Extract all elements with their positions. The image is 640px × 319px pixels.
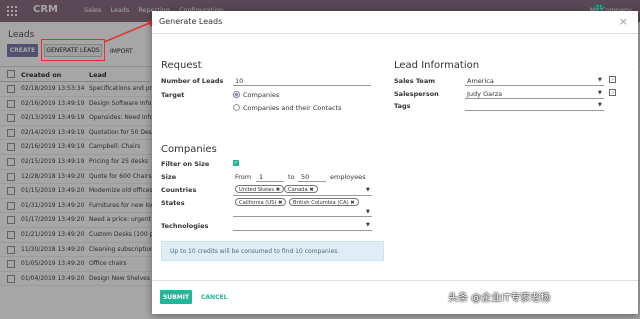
remove-tag-icon[interactable]: ✖ bbox=[350, 200, 354, 206]
state-tag-label: British Columbia (CA) bbox=[293, 200, 349, 206]
number-of-leads-underline bbox=[233, 85, 371, 86]
countries-label: Countries bbox=[161, 186, 197, 194]
remove-tag-icon[interactable]: ✖ bbox=[309, 187, 313, 193]
remove-tag-icon[interactable]: ✖ bbox=[278, 200, 282, 206]
tags-caret-icon[interactable]: ▼ bbox=[598, 102, 602, 108]
country-tag-label: Canada bbox=[288, 187, 308, 193]
size-from-input[interactable]: 1 bbox=[259, 173, 263, 181]
generate-leads-dialog: Generate Leads × Request Number of Leads… bbox=[152, 11, 638, 314]
annotation-arrow bbox=[103, 20, 156, 43]
lead-information-title: Lead Information bbox=[394, 60, 480, 71]
salesperson-select[interactable]: Judy Garza bbox=[467, 90, 502, 98]
state-tag-label: California (US) bbox=[239, 200, 277, 206]
number-of-leads-input[interactable]: 10 bbox=[235, 77, 243, 85]
technologies-caret-icon[interactable]: ▼ bbox=[366, 222, 370, 228]
credits-info-box: Up to 10 credits will be consumed to fin… bbox=[161, 241, 384, 261]
countries-underline bbox=[233, 195, 372, 196]
size-label: Size bbox=[161, 173, 177, 181]
employees-label: employees bbox=[330, 173, 366, 181]
watermark: 头条 @企业IT专家老杨 bbox=[448, 293, 551, 304]
salesperson-underline bbox=[465, 98, 604, 99]
highlight-box bbox=[41, 39, 105, 61]
dialog-title: Generate Leads bbox=[159, 17, 223, 26]
country-tag-canada[interactable]: Canada ✖ bbox=[284, 185, 318, 193]
technologies-label: Technologies bbox=[161, 222, 209, 230]
states-caret-icon[interactable]: ▼ bbox=[366, 209, 370, 215]
size-to-underline bbox=[298, 181, 326, 182]
state-tag-british-columbia[interactable]: British Columbia (CA) ✖ bbox=[289, 198, 359, 206]
country-tag-label: United States bbox=[239, 187, 275, 193]
sales-team-external-link-icon[interactable]: ↗ bbox=[609, 76, 616, 83]
states-label: States bbox=[161, 199, 185, 207]
salesperson-external-link-icon[interactable]: ↗ bbox=[609, 89, 616, 96]
target-companies-contacts-label: Companies and their Contacts bbox=[243, 104, 342, 112]
sales-team-caret-icon[interactable]: ▼ bbox=[598, 77, 602, 83]
states-underline bbox=[233, 216, 372, 217]
technologies-input[interactable] bbox=[233, 230, 372, 231]
salesperson-label: Salesperson bbox=[394, 90, 439, 98]
cancel-button[interactable]: CANCEL bbox=[201, 294, 227, 301]
target-label: Target bbox=[161, 91, 185, 99]
size-from-label: From bbox=[235, 173, 252, 181]
target-companies-label: Companies bbox=[243, 91, 280, 99]
number-of-leads-label: Number of Leads bbox=[161, 77, 224, 85]
tags-label: Tags bbox=[394, 102, 411, 110]
size-from-underline bbox=[256, 181, 284, 182]
target-companies-radio[interactable] bbox=[233, 91, 240, 98]
salesperson-caret-icon[interactable]: ▼ bbox=[598, 90, 602, 96]
size-to-input[interactable]: 50 bbox=[301, 173, 309, 181]
request-section-title: Request bbox=[161, 60, 202, 71]
sales-team-underline bbox=[465, 85, 604, 86]
sales-team-label: Sales Team bbox=[394, 77, 435, 85]
tags-input[interactable] bbox=[465, 110, 604, 111]
filter-on-size-checkbox[interactable]: ✓ bbox=[233, 160, 239, 166]
filter-on-size-label: Filter on Size bbox=[161, 160, 210, 168]
size-to-label: to bbox=[288, 173, 295, 181]
close-icon[interactable]: × bbox=[619, 15, 628, 28]
countries-caret-icon[interactable]: ▼ bbox=[366, 187, 370, 193]
dialog-footer: SUBMIT CANCEL bbox=[152, 280, 638, 315]
dialog-header: Generate Leads × bbox=[152, 11, 638, 34]
state-tag-california[interactable]: California (US) ✖ bbox=[235, 198, 287, 206]
companies-section-title: Companies bbox=[161, 144, 217, 155]
submit-button[interactable]: SUBMIT bbox=[160, 290, 192, 304]
country-tag-united-states[interactable]: United States ✖ bbox=[235, 185, 285, 193]
target-companies-contacts-radio[interactable] bbox=[233, 104, 240, 111]
remove-tag-icon[interactable]: ✖ bbox=[276, 187, 280, 193]
sales-team-select[interactable]: America bbox=[467, 77, 494, 85]
